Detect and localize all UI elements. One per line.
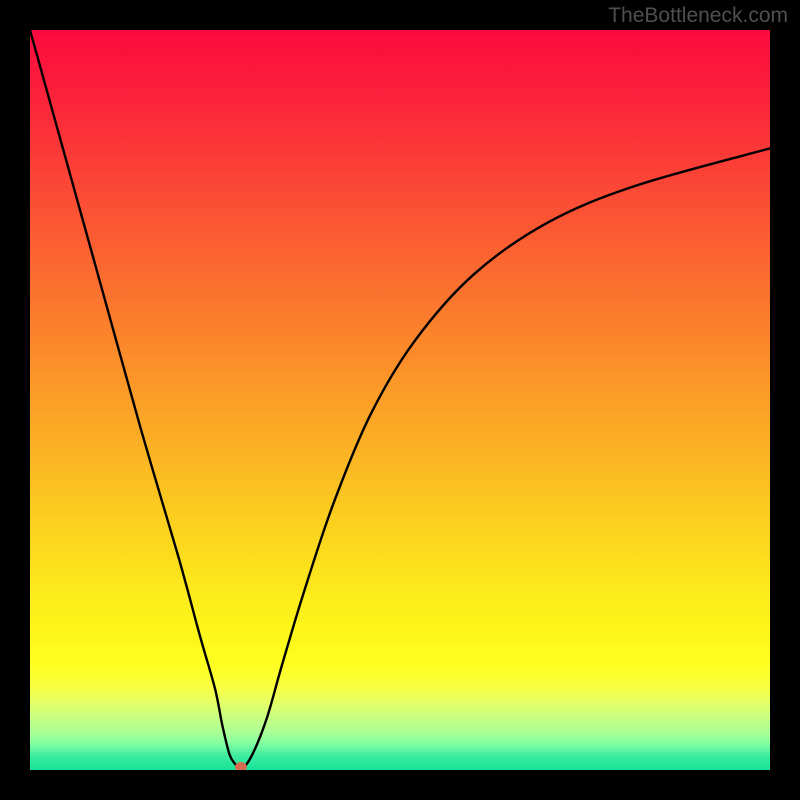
- chart-frame: TheBottleneck.com: [0, 0, 800, 800]
- min-marker-dot: [235, 762, 247, 770]
- bottleneck-curve: [30, 30, 770, 770]
- plot-area: [30, 30, 770, 770]
- watermark-text: TheBottleneck.com: [608, 4, 788, 28]
- curve-layer: [30, 30, 770, 770]
